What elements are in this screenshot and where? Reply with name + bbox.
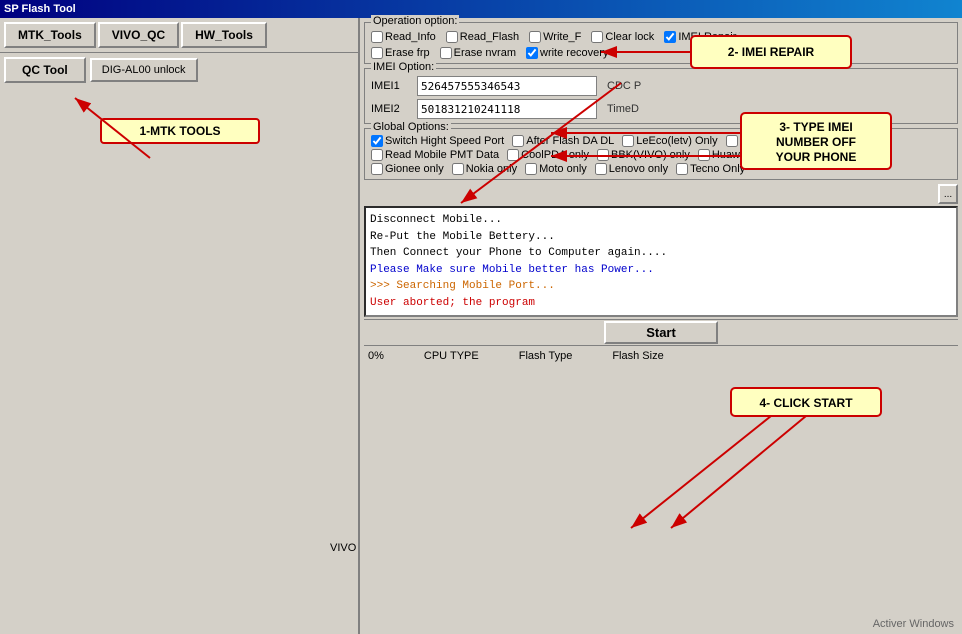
vivo-label: VIVO	[330, 542, 356, 554]
imei1-row: IMEI1 CDC P	[371, 76, 951, 96]
cpu-type-label: CPU TYPE	[424, 350, 479, 362]
global-options-section: Global Options: Switch Hight Speed Port …	[364, 128, 958, 180]
svg-text:4- CLICK START: 4- CLICK START	[759, 396, 853, 410]
log-line-3: Please Make sure Mobile better has Power…	[370, 262, 952, 279]
title-bar: SP Flash Tool	[0, 0, 962, 18]
check-bbk-vivo[interactable]: BBK(VIVO) only	[597, 149, 690, 161]
title-bar-text: SP Flash Tool	[4, 3, 76, 15]
mtk-tools-button[interactable]: MTK_Tools	[4, 22, 96, 48]
check-switch-high-speed[interactable]: Switch Hight Speed Port	[371, 135, 504, 147]
global-row-2: Read Mobile PMT Data CoolPDA only BBK(VI…	[371, 149, 951, 161]
check-after-flash[interactable]: After Flash DA DL	[512, 135, 614, 147]
check-read-pmt[interactable]: Read Mobile PMT Data	[371, 149, 499, 161]
imei2-row: IMEI2 TimeD	[371, 99, 951, 119]
check-gionee[interactable]: Gionee only	[371, 163, 444, 175]
check-meitu[interactable]: meitu only	[782, 149, 846, 161]
log-area: Disconnect Mobile... Re-Put the Mobile B…	[364, 206, 958, 317]
start-button[interactable]: Start	[604, 321, 718, 344]
op-checkboxes-row1: Read_Info Read_Flash Write_F Clear lock …	[371, 31, 951, 43]
check-read-flash[interactable]: Read_Flash	[446, 31, 519, 43]
log-toolbar: ...	[364, 184, 958, 204]
log-line-5: User aborted; the program	[370, 295, 952, 312]
flash-size-label: Flash Size	[612, 350, 663, 362]
check-read-info[interactable]: Read_Info	[371, 31, 436, 43]
check-redmi[interactable]: RedMi Only	[726, 135, 797, 147]
cdc-label: CDC P	[607, 80, 641, 92]
right-panel: Operation option: Read_Info Read_Flash W…	[360, 18, 962, 369]
log-line-4: >>> Searching Mobile Port...	[370, 278, 952, 295]
check-huawei[interactable]: Huawei Only	[698, 149, 774, 161]
imei-options-section: IMEI Option: IMEI1 CDC P IMEI2 TimeD	[364, 68, 958, 124]
vivo-qc-button[interactable]: VIVO_QC	[98, 22, 179, 48]
start-button-bar: Start	[364, 319, 958, 345]
check-letv[interactable]: LeEco(letv) Only	[622, 135, 717, 147]
imei-options-label: IMEI Option:	[371, 61, 436, 73]
global-options-label: Global Options:	[371, 121, 451, 133]
check-oppo[interactable]: OPPO Only	[805, 135, 876, 147]
left-panel: MTK_Tools VIVO_QC HW_Tools QC Tool DIG-A…	[0, 18, 360, 634]
bottom-status: 0% CPU TYPE Flash Type Flash Size	[364, 345, 958, 365]
imei1-label: IMEI1	[371, 80, 411, 92]
progress-pct: 0%	[368, 350, 384, 362]
time-label: TimeD	[607, 103, 639, 115]
top-tab-buttons: MTK_Tools VIVO_QC HW_Tools	[0, 18, 358, 53]
check-erase-nvram[interactable]: Erase nvram	[440, 47, 516, 59]
imei1-input[interactable]	[417, 76, 597, 96]
scroll-button[interactable]: ...	[938, 184, 958, 204]
check-clear-lock[interactable]: Clear lock	[591, 31, 654, 43]
log-line-0: Disconnect Mobile...	[370, 212, 952, 229]
check-lenovo[interactable]: Lenovo only	[595, 163, 668, 175]
log-line-1: Re-Put the Mobile Bettery...	[370, 229, 952, 246]
operation-options-section: Operation option: Read_Info Read_Flash W…	[364, 22, 958, 64]
flash-type-label: Flash Type	[519, 350, 573, 362]
check-tecno[interactable]: Tecno Only	[676, 163, 745, 175]
watermark-text: Activer Windows	[873, 618, 954, 630]
annotation-1: 1-MTK TOOLS	[100, 118, 260, 144]
qc-tool-button[interactable]: QC Tool	[4, 57, 86, 83]
check-imei-repair[interactable]: IMEI Repair	[664, 31, 736, 43]
check-coolpda[interactable]: CoolPDA only	[507, 149, 589, 161]
global-row-1: Switch Hight Speed Port After Flash DA D…	[371, 135, 951, 147]
second-row-buttons: QC Tool DIG-AL00 unlock	[0, 53, 358, 87]
hw-tools-button[interactable]: HW_Tools	[181, 22, 267, 48]
right-panel-wrapper: Operation option: Read_Info Read_Flash W…	[360, 18, 962, 634]
operation-options-label: Operation option:	[371, 15, 459, 27]
global-row-3: Gionee only Nokia only Moto only Lenovo …	[371, 163, 951, 175]
check-nokia[interactable]: Nokia only	[452, 163, 517, 175]
log-line-2: Then Connect your Phone to Computer agai…	[370, 245, 952, 262]
check-write-f[interactable]: Write_F	[529, 31, 581, 43]
check-erase-frp[interactable]: Erase frp	[371, 47, 430, 59]
check-write-recovery[interactable]: write recovery	[526, 47, 608, 59]
imei2-input[interactable]	[417, 99, 597, 119]
check-moto[interactable]: Moto only	[525, 163, 587, 175]
dig-unlock-button[interactable]: DIG-AL00 unlock	[90, 58, 198, 82]
imei2-label: IMEI2	[371, 103, 411, 115]
op-checkboxes-row2: Erase frp Erase nvram write recovery	[371, 47, 951, 59]
